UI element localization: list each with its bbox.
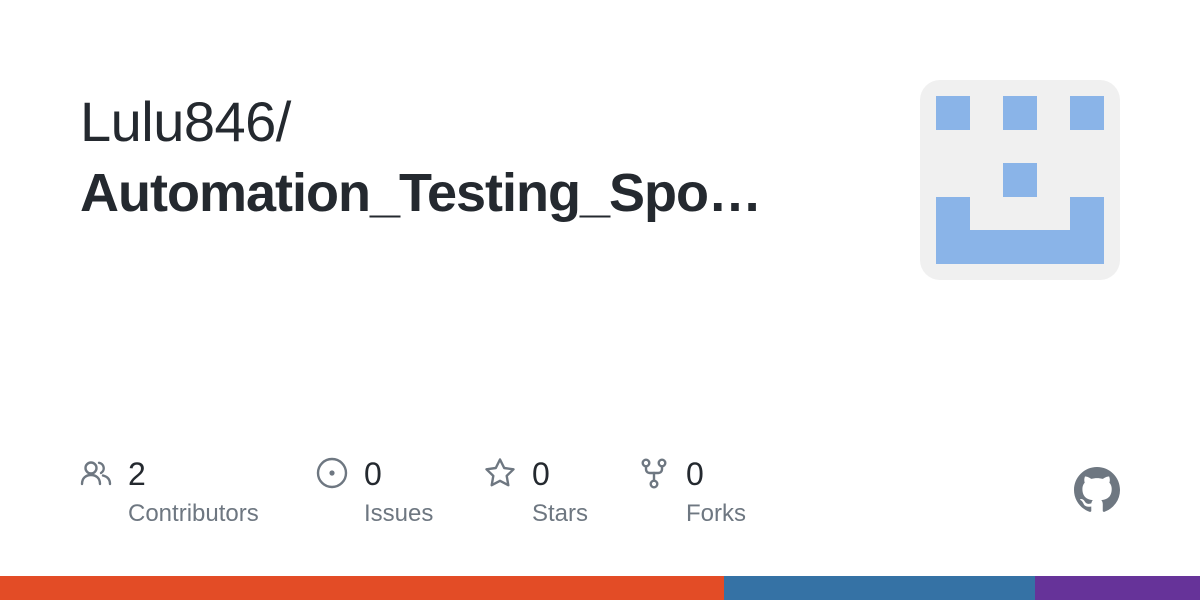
stat-label: Forks bbox=[686, 500, 746, 527]
stat-label: Stars bbox=[532, 500, 589, 527]
stat-value: 0 bbox=[364, 456, 382, 492]
identicon-icon bbox=[936, 96, 1104, 264]
stat-label: Contributors bbox=[128, 500, 259, 527]
language-segment bbox=[1035, 576, 1200, 600]
star-icon bbox=[485, 458, 515, 487]
stat-value: 2 bbox=[128, 456, 146, 492]
language-segment bbox=[0, 576, 724, 600]
repo-owner[interactable]: Lulu846/ bbox=[80, 86, 870, 158]
stat-value: 0 bbox=[686, 456, 704, 492]
repo-social-card: Lulu846/ Automation_Testing_Spo… 2 Contr… bbox=[0, 0, 1200, 600]
repo-name[interactable]: Automation_Testing_Spo… bbox=[80, 158, 830, 228]
repo-stats: 2 Contributors 0 Issues 0 Stars 0 Forks bbox=[80, 452, 980, 542]
owner-avatar[interactable] bbox=[920, 80, 1120, 280]
stat-value: 0 bbox=[532, 456, 550, 492]
repo-forked-icon bbox=[641, 458, 667, 489]
people-icon bbox=[80, 461, 112, 486]
github-mark-icon[interactable] bbox=[1074, 467, 1120, 513]
stat-label: Issues bbox=[364, 500, 434, 527]
issue-opened-icon bbox=[316, 457, 348, 489]
language-bar bbox=[0, 576, 1200, 600]
repo-title: Lulu846/ Automation_Testing_Spo… bbox=[80, 86, 870, 228]
language-segment bbox=[724, 576, 1035, 600]
